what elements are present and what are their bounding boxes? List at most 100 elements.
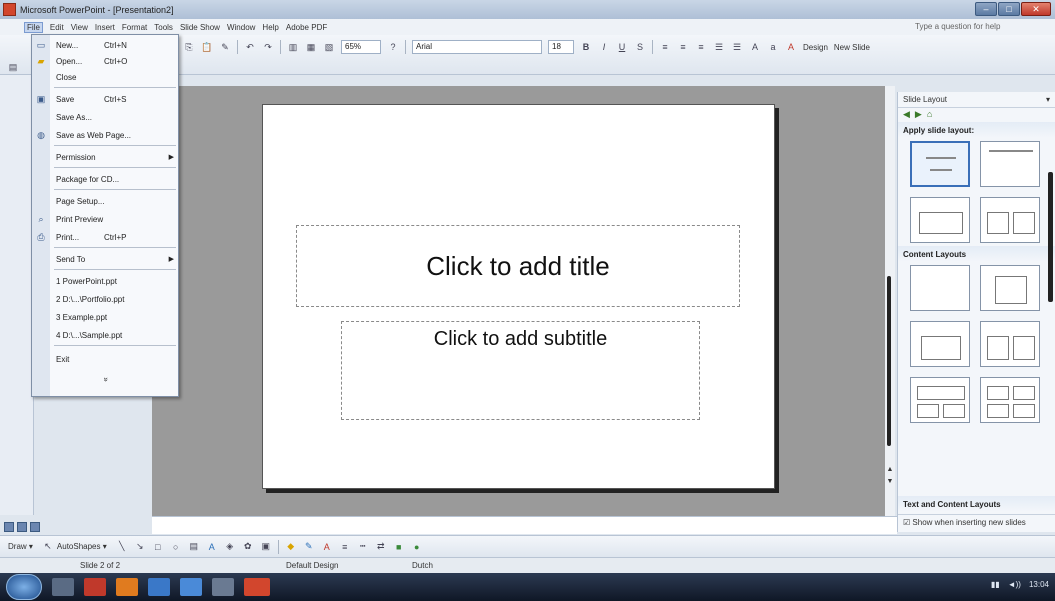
- menu-view[interactable]: View: [71, 23, 88, 32]
- zoom-select[interactable]: 65%: [341, 40, 381, 54]
- font-size-select[interactable]: 18: [548, 40, 574, 54]
- dash-style-icon[interactable]: ┅: [356, 540, 370, 554]
- textbox-icon[interactable]: ▤: [187, 540, 201, 554]
- fill-color-icon[interactable]: ◆: [284, 540, 298, 554]
- home-icon[interactable]: ⌂: [927, 109, 932, 121]
- bullets-icon[interactable]: ☰: [730, 40, 744, 54]
- title-placeholder[interactable]: Click to add title: [296, 225, 740, 307]
- select-objects-icon[interactable]: ↖: [41, 540, 55, 554]
- menu-window[interactable]: Window: [227, 23, 255, 32]
- minimize-button[interactable]: –: [975, 2, 997, 16]
- task-pane-scrollbar[interactable]: [1048, 172, 1053, 302]
- taskbar-app-icon[interactable]: [148, 578, 170, 596]
- file-menu-save-as[interactable]: Save As...: [32, 109, 180, 125]
- design-button[interactable]: Design: [803, 43, 828, 52]
- normal-view-button[interactable]: [4, 522, 14, 532]
- network-icon[interactable]: ▮▮: [991, 580, 1000, 589]
- rectangle-icon[interactable]: □: [151, 540, 165, 554]
- layout-title-two-content[interactable]: [980, 321, 1040, 367]
- layout-title-content[interactable]: [910, 321, 970, 367]
- start-button[interactable]: [6, 574, 42, 600]
- new-slide-button[interactable]: New Slide: [834, 43, 870, 52]
- layout-title-text[interactable]: [910, 197, 970, 243]
- taskbar-app-icon[interactable]: [212, 578, 234, 596]
- insert-chart-icon[interactable]: ▥: [286, 40, 300, 54]
- layout-title-slide[interactable]: [910, 141, 970, 187]
- taskbar-app-icon[interactable]: [180, 578, 202, 596]
- file-menu-print-preview[interactable]: ⌕ Print Preview: [32, 211, 180, 227]
- italic-icon[interactable]: I: [597, 40, 611, 54]
- notes-pane[interactable]: [152, 516, 897, 534]
- file-menu-expand[interactable]: »: [32, 371, 180, 387]
- file-menu-recent-1[interactable]: 1 PowerPoint.ppt: [32, 273, 180, 289]
- bold-icon[interactable]: B: [579, 40, 593, 54]
- align-right-icon[interactable]: ≡: [694, 40, 708, 54]
- menu-adobe-pdf[interactable]: Adobe PDF: [286, 23, 327, 32]
- font-select[interactable]: Arial: [412, 40, 542, 54]
- line-style-icon[interactable]: ≡: [338, 540, 352, 554]
- menu-slide-show[interactable]: Slide Show: [180, 23, 220, 32]
- align-left-icon[interactable]: ≡: [658, 40, 672, 54]
- outline-tab-icon[interactable]: ▤: [6, 60, 20, 74]
- file-menu-close[interactable]: Close: [32, 69, 180, 85]
- file-menu-open[interactable]: ▰ Open... Ctrl+O: [32, 53, 180, 69]
- slide-sorter-view-button[interactable]: [17, 522, 27, 532]
- task-pane-title[interactable]: Slide Layout: [903, 95, 947, 104]
- layout-content[interactable]: [980, 265, 1040, 311]
- layout-two-column-text[interactable]: [980, 197, 1040, 243]
- file-menu-recent-3[interactable]: 3 Example.ppt: [32, 309, 180, 325]
- line-icon[interactable]: ╲: [115, 540, 129, 554]
- file-menu-print[interactable]: ⎙ Print... Ctrl+P: [32, 229, 180, 245]
- file-menu-save[interactable]: ▣ Save Ctrl+S: [32, 91, 180, 107]
- arrow-style-icon[interactable]: ⇄: [374, 540, 388, 554]
- subtitle-placeholder[interactable]: Click to add subtitle: [341, 321, 700, 420]
- insert-table-icon[interactable]: ▦: [304, 40, 318, 54]
- file-menu-new[interactable]: ▭ New... Ctrl+N: [32, 37, 180, 53]
- align-center-icon[interactable]: ≡: [676, 40, 690, 54]
- file-menu-exit[interactable]: Exit: [32, 351, 180, 367]
- menu-format[interactable]: Format: [122, 23, 147, 32]
- increase-font-icon[interactable]: A: [748, 40, 762, 54]
- slide-show-view-button[interactable]: [30, 522, 40, 532]
- copy-icon[interactable]: ⎘: [182, 40, 196, 54]
- insert-picture-icon[interactable]: ▧: [322, 40, 336, 54]
- font-color-icon[interactable]: A: [784, 40, 798, 54]
- file-menu-page-setup[interactable]: Page Setup...: [32, 193, 180, 209]
- 3d-style-icon[interactable]: ●: [410, 540, 424, 554]
- underline-icon[interactable]: U: [615, 40, 629, 54]
- layout-blank[interactable]: [910, 265, 970, 311]
- file-menu-recent-4[interactable]: 4 D:\...\Sample.ppt: [32, 327, 180, 343]
- back-icon[interactable]: ◀: [903, 109, 910, 121]
- scrollbar-thumb[interactable]: [887, 276, 891, 446]
- format-painter-icon[interactable]: ✎: [218, 40, 232, 54]
- decrease-font-icon[interactable]: a: [766, 40, 780, 54]
- layout-title-content-over-two[interactable]: [910, 377, 970, 423]
- volume-icon[interactable]: ◄)): [1008, 580, 1021, 589]
- forward-icon[interactable]: ▶: [915, 109, 922, 121]
- file-menu-save-as-web[interactable]: ◍ Save as Web Page...: [32, 127, 180, 143]
- wordart-icon[interactable]: A: [205, 540, 219, 554]
- oval-icon[interactable]: ○: [169, 540, 183, 554]
- task-pane-dropdown-icon[interactable]: ▾: [1046, 95, 1050, 104]
- powerpoint-icon[interactable]: [3, 3, 16, 16]
- undo-icon[interactable]: ↶: [243, 40, 257, 54]
- layout-title-four-content[interactable]: [980, 377, 1040, 423]
- taskbar-app-icon[interactable]: [84, 578, 106, 596]
- menu-file[interactable]: File: [24, 21, 43, 33]
- clipart-icon[interactable]: ✿: [241, 540, 255, 554]
- arrow-icon[interactable]: ↘: [133, 540, 147, 554]
- layout-title-only[interactable]: [980, 141, 1040, 187]
- draw-menu-button[interactable]: Draw ▾: [8, 542, 33, 551]
- slide-canvas[interactable]: Click to add title Click to add subtitle: [262, 104, 775, 489]
- vertical-scrollbar[interactable]: ▲ ▼: [885, 86, 895, 516]
- menu-help[interactable]: Help: [262, 23, 278, 32]
- show-checkbox[interactable]: ☑: [903, 518, 910, 527]
- line-color-icon[interactable]: ✎: [302, 540, 316, 554]
- previous-slide-icon[interactable]: ▲: [885, 466, 895, 473]
- next-slide-icon[interactable]: ▼: [885, 478, 895, 485]
- shadow-style-icon[interactable]: ■: [392, 540, 406, 554]
- diagram-icon[interactable]: ◈: [223, 540, 237, 554]
- clock[interactable]: 13:04: [1029, 580, 1049, 589]
- menu-edit[interactable]: Edit: [50, 23, 64, 32]
- taskbar-app-icon[interactable]: [116, 578, 138, 596]
